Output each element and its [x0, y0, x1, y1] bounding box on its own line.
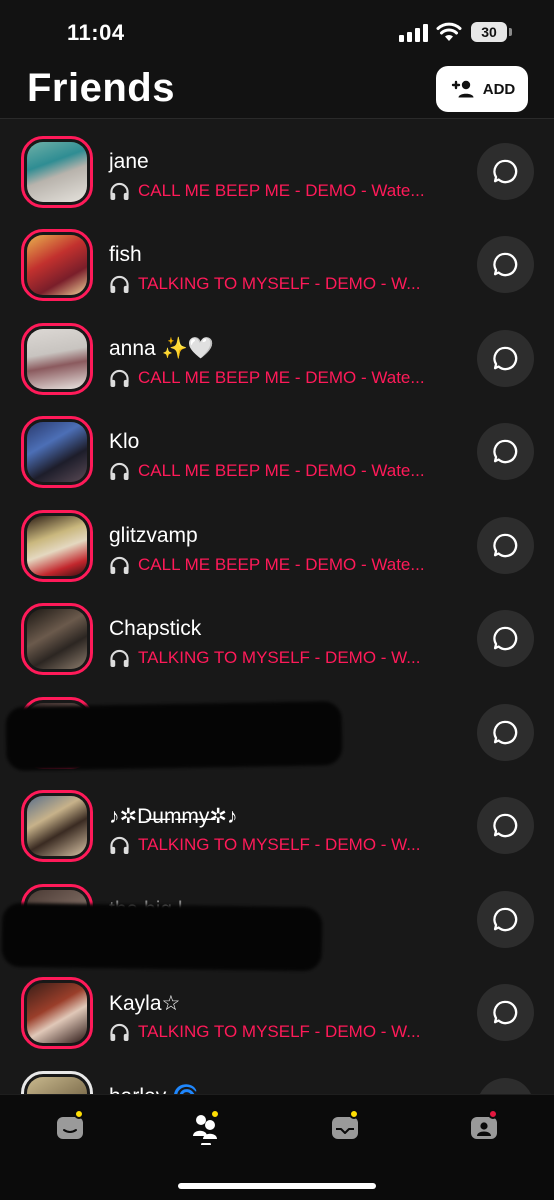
user-badge-icon — [471, 1117, 497, 1139]
status-time: 11:04 — [67, 20, 125, 45]
headphones-icon — [110, 182, 129, 200]
track-title: CALL ME BEEP ME - DEMO - Wate... — [138, 368, 425, 387]
friend-name: Klo — [109, 430, 140, 453]
chat-bubble-icon — [493, 346, 518, 371]
track-title: TALKING TO MYSELF - DEMO - W... — [138, 835, 421, 854]
friend-row[interactable]: ♪✲D̶u̶m̶m̶y̶✲♪ TALKING TO MYSELF - DEMO … — [0, 773, 554, 866]
friends-icon — [193, 1115, 217, 1146]
now-playing: CALL ME BEEP ME - DEMO - Wate... — [109, 368, 425, 388]
chat-bubble-icon — [493, 252, 518, 277]
profile-card-icon — [57, 1117, 83, 1139]
chat-bubble-icon — [493, 907, 518, 932]
avatar[interactable] — [21, 323, 93, 395]
add-person-icon — [451, 80, 474, 98]
chat-button[interactable] — [477, 1078, 534, 1094]
chat-bubble-icon — [493, 533, 518, 558]
headphones-icon — [110, 1023, 129, 1041]
track-title: CALL ME BEEP ME - DEMO - Wate... — [138, 555, 425, 574]
friend-row[interactable]: Klo CALL ME BEEP ME - DEMO - Wate... — [0, 399, 554, 492]
chat-bubble-icon — [493, 813, 518, 838]
header-area: 11:04 30 Friends ADD — [0, 0, 554, 118]
track-title: TALKING TO MYSELF - DEMO - W... — [138, 648, 421, 667]
add-button-label: ADD — [482, 80, 516, 98]
tab-profile-card[interactable] — [52, 1105, 92, 1145]
notification-badge — [74, 1109, 84, 1119]
now-playing: TALKING TO MYSELF - DEMO - W... — [109, 1022, 420, 1042]
chat-bubble-icon — [493, 159, 518, 184]
chat-button[interactable] — [477, 423, 534, 480]
friend-row[interactable]: glitzvamp CALL ME BEEP ME - DEMO - Wate.… — [0, 493, 554, 586]
friend-name: jane — [109, 150, 149, 173]
avatar[interactable] — [21, 136, 93, 208]
tab-user-badge[interactable] — [466, 1105, 506, 1145]
track-title: CALL ME BEEP ME - DEMO - Wate... — [138, 461, 425, 480]
avatar[interactable] — [21, 229, 93, 301]
headphones-icon — [110, 649, 129, 667]
track-title: TALKING TO MYSELF - DEMO - W... — [138, 274, 421, 293]
friend-name: anna ✨🤍 — [109, 337, 214, 360]
wifi-icon — [436, 22, 462, 41]
battery-indicator: 30 — [471, 22, 512, 42]
friend-name: Kayla☆ — [109, 992, 181, 1015]
friend-name: glitzvamp — [109, 524, 198, 547]
chat-bubble-icon — [493, 720, 518, 745]
track-title: CALL ME BEEP ME - DEMO - Wate... — [138, 181, 425, 200]
chat-button[interactable] — [477, 143, 534, 200]
headphones-icon — [110, 369, 129, 387]
headphones-icon — [110, 462, 129, 480]
friend-row[interactable]: Chapstick TALKING TO MYSELF - DEMO - W..… — [0, 586, 554, 679]
chat-button[interactable] — [477, 797, 534, 854]
avatar[interactable] — [21, 1071, 93, 1094]
friend-name: fish — [109, 243, 142, 266]
chat-button[interactable] — [477, 610, 534, 667]
now-playing: CALL ME BEEP ME - DEMO - Wate... — [109, 555, 425, 575]
notification-badge — [349, 1109, 359, 1119]
now-playing: TALKING TO MYSELF - DEMO - W... — [109, 835, 420, 855]
now-playing: TALKING TO MYSELF - DEMO - W... — [109, 648, 420, 668]
chat-button[interactable] — [477, 236, 534, 293]
page-title: Friends — [27, 66, 175, 110]
track-title: TALKING TO MYSELF - DEMO - W... — [138, 1022, 421, 1041]
chat-button[interactable] — [477, 891, 534, 948]
tab-friends[interactable] — [186, 1105, 226, 1146]
friend-name: Chapstick — [109, 617, 202, 640]
friend-name: ♪✲D̶u̶m̶m̶y̶✲♪ — [109, 805, 238, 828]
home-indicator[interactable] — [178, 1183, 376, 1189]
add-friend-button[interactable]: ADD — [436, 66, 528, 112]
chat-bubble-icon — [493, 626, 518, 651]
tab-inbox[interactable] — [327, 1105, 367, 1145]
now-playing: CALL ME BEEP ME - DEMO - Wate... — [109, 181, 425, 201]
now-playing: CALL ME BEEP ME - DEMO - Wate... — [109, 461, 425, 481]
friends-list[interactable]: jane CALL ME BEEP ME - DEMO - Wate... fi… — [0, 119, 554, 1094]
chat-bubble-icon — [493, 1000, 518, 1025]
status-bar: 11:04 30 — [0, 0, 554, 62]
chat-button[interactable] — [477, 704, 534, 761]
friend-row[interactable]: Kayla☆ TALKING TO MYSELF - DEMO - W... — [0, 960, 554, 1053]
headphones-icon — [110, 275, 129, 293]
friend-row[interactable]: fish TALKING TO MYSELF - DEMO - W... — [0, 212, 554, 305]
avatar[interactable] — [21, 510, 93, 582]
notification-badge — [488, 1109, 498, 1119]
friend-row[interactable]: jane CALL ME BEEP ME - DEMO - Wate... — [0, 119, 554, 212]
headphones-icon — [110, 836, 129, 854]
now-playing: TALKING TO MYSELF - DEMO - W... — [109, 274, 420, 294]
notification-badge — [210, 1109, 220, 1119]
chat-button[interactable] — [477, 517, 534, 574]
friend-row[interactable]: harley 🌀 — [0, 1054, 554, 1094]
chat-bubble-icon — [493, 439, 518, 464]
avatar[interactable] — [21, 790, 93, 862]
cellular-signal-icon — [399, 24, 429, 42]
chat-button[interactable] — [477, 984, 534, 1041]
friend-row[interactable]: anna ✨🤍 CALL ME BEEP ME - DEMO - Wate... — [0, 306, 554, 399]
avatar[interactable] — [21, 603, 93, 675]
headphones-icon — [110, 556, 129, 574]
friend-name: harley 🌀 — [109, 1085, 198, 1094]
avatar[interactable] — [21, 416, 93, 488]
chat-button[interactable] — [477, 330, 534, 387]
inbox-tray-icon — [332, 1117, 358, 1139]
avatar[interactable] — [21, 977, 93, 1049]
redaction-scribble — [5, 701, 343, 771]
